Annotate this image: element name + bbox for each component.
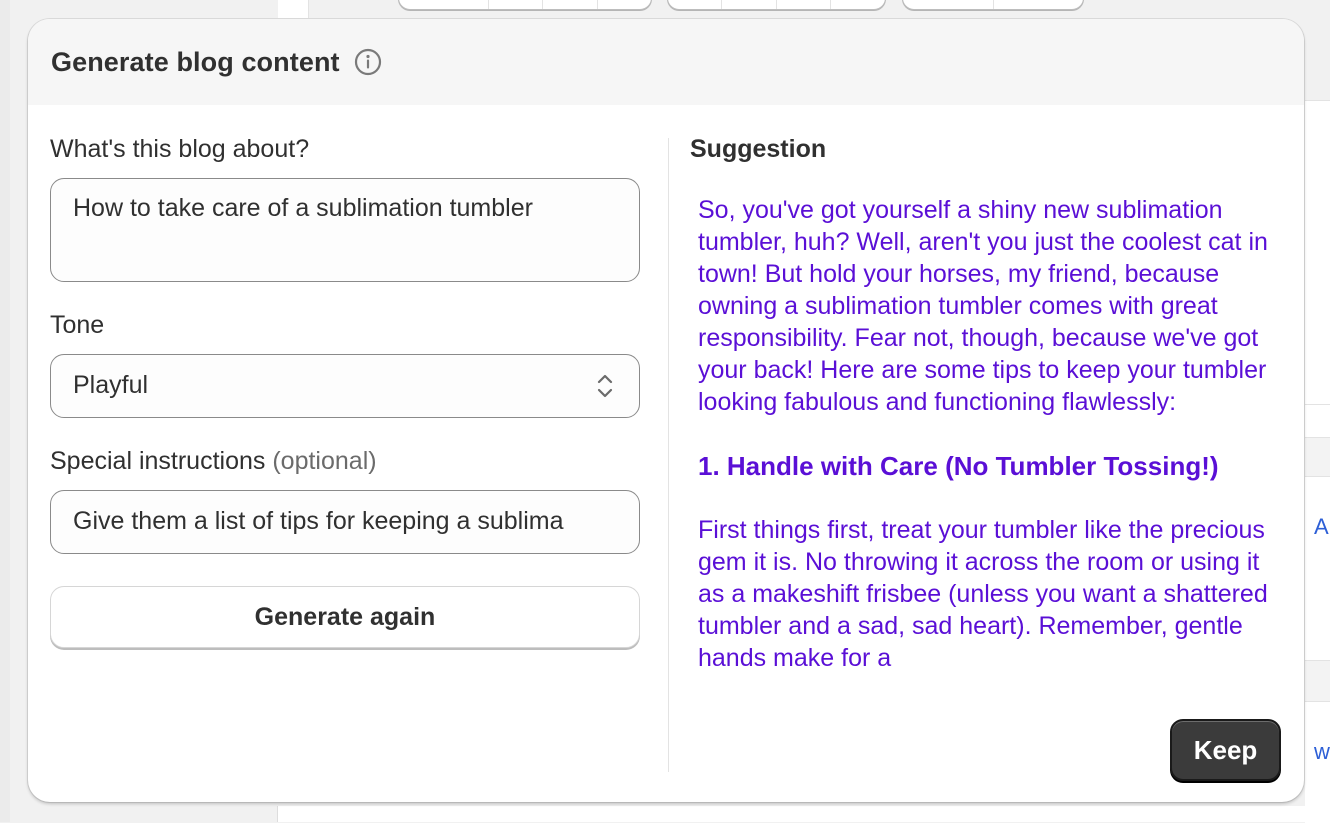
select-chevron-updown-icon [595,371,615,401]
instructions-input[interactable]: Give them a list of tips for keeping a s… [50,490,640,554]
info-circle-icon[interactable] [354,48,382,76]
column-divider [668,138,669,772]
background-row-header [1305,660,1330,702]
instructions-label: Special instructions (optional) [50,447,377,476]
background-toolbar-group [398,0,652,10]
generate-again-button[interactable]: Generate again [50,586,640,648]
suggestion-label: Suggestion [690,135,827,163]
modal-header: Generate blog content [28,19,1304,105]
background-link-text: w [1314,739,1330,764]
suggestion-paragraph: First things first, treat your tumbler l… [698,516,1268,672]
background-edge [0,0,10,822]
topic-label: What's this blog about? [50,135,310,163]
suggestion-heading: 1. Handle with Care (No Tumbler Tossing!… [698,451,1219,481]
generate-blog-modal: Generate blog content What's this blog a… [28,19,1304,802]
background-row-divider [1305,404,1330,405]
keep-button[interactable]: Keep [1170,719,1281,781]
background-toolbar-group [902,0,1084,10]
modal-title: Generate blog content [51,46,340,77]
tone-value: Playful [73,371,149,399]
topic-value: How to take care of a sublimation tumble… [73,194,533,222]
suggestion-intro: So, you've got yourself a shiny new subl… [698,196,1268,416]
optional-hint: (optional) [272,447,377,475]
tone-label: Tone [50,311,105,339]
tone-select[interactable]: Playful [50,354,640,418]
background-row-header [1305,437,1330,477]
instructions-label-text: Special instructions [50,447,266,475]
topic-textarea[interactable]: How to take care of a sublimation tumble… [50,178,640,282]
suggestion-content[interactable]: So, you've got yourself a shiny new subl… [698,194,1278,691]
modal-body: What's this blog about? How to take care… [28,105,1304,802]
background-column [278,0,309,20]
background-toolbar-group [667,0,886,10]
instructions-value: Give them a list of tips for keeping a s… [73,507,564,535]
background-bottom [277,806,1330,822]
background-link-text: A [1314,514,1329,539]
